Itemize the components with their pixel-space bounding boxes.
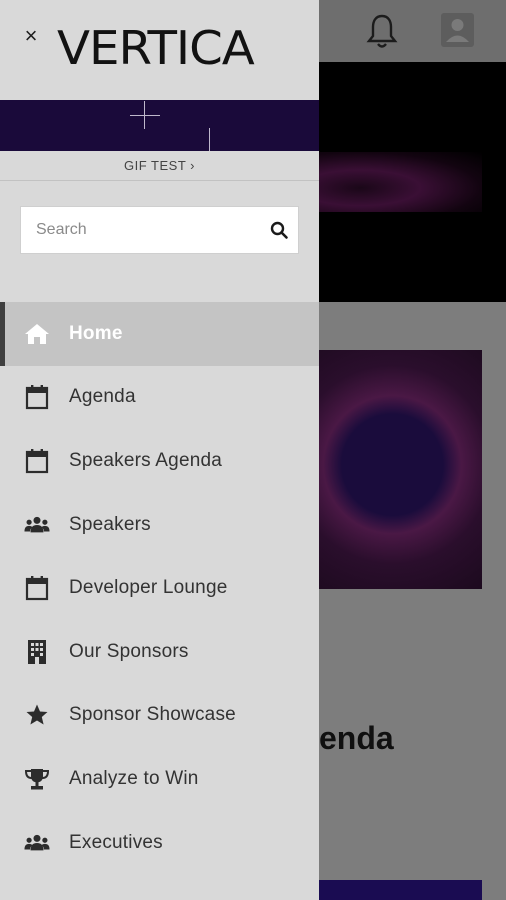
menu-label: Agenda [69, 386, 136, 408]
building-icon [24, 639, 50, 665]
trophy-icon [24, 766, 50, 792]
banner-decoration [144, 101, 145, 129]
close-icon[interactable]: × [19, 24, 43, 48]
user-avatar-icon[interactable] [441, 13, 474, 47]
calendar-icon [24, 448, 50, 474]
menu-label: Speakers Agenda [69, 449, 223, 471]
bell-icon[interactable] [365, 12, 399, 50]
home-icon [24, 321, 50, 347]
banner-image[interactable] [0, 100, 319, 151]
people-icon [24, 830, 50, 856]
search-icon[interactable] [269, 220, 289, 240]
gif-test-link[interactable]: GIF TEST › [0, 151, 319, 181]
menu-item-agenda[interactable]: Agenda [0, 366, 319, 430]
menu-item-developer-lounge[interactable]: Developer Lounge [0, 556, 319, 620]
menu-item-speakers-agenda[interactable]: Speakers Agenda [0, 429, 319, 493]
menu-label: Executives [69, 831, 163, 853]
menu-item-sponsor-showcase[interactable]: Sponsor Showcase [0, 684, 319, 748]
banner-decoration [130, 115, 160, 116]
menu-label: Home [69, 322, 123, 344]
banner-decoration [209, 128, 210, 151]
star-icon [24, 702, 50, 728]
navigation-drawer: × VERTICA GIF TEST › Home [0, 0, 319, 900]
people-icon [24, 512, 50, 538]
menu-label: Our Sponsors [69, 640, 189, 662]
vertica-logo: VERTICA [57, 21, 255, 75]
menu-label: Analyze to Win [69, 767, 199, 789]
menu-label: Sponsor Showcase [69, 704, 236, 726]
menu-item-our-sponsors[interactable]: Our Sponsors [0, 620, 319, 684]
calendar-icon [24, 384, 50, 410]
section-heading: enda [319, 720, 394, 756]
menu-item-executives[interactable]: Executives [0, 811, 319, 875]
hero-image [319, 152, 482, 212]
search-input[interactable] [21, 207, 261, 253]
calendar-icon [24, 575, 50, 601]
menu-item-analyze-to-win[interactable]: Analyze to Win [0, 747, 319, 811]
menu-item-speakers[interactable]: Speakers [0, 493, 319, 557]
menu-label: Speakers [69, 513, 151, 535]
menu-item-home[interactable]: Home [0, 302, 319, 366]
bottom-bar [319, 880, 482, 900]
drawer-header: × VERTICA [0, 0, 319, 100]
drawer-menu: Home Agenda Speakers Agenda Speakers Dev… [0, 302, 319, 874]
card-image [319, 350, 482, 589]
search-box [20, 206, 299, 254]
menu-label: Developer Lounge [69, 577, 228, 599]
